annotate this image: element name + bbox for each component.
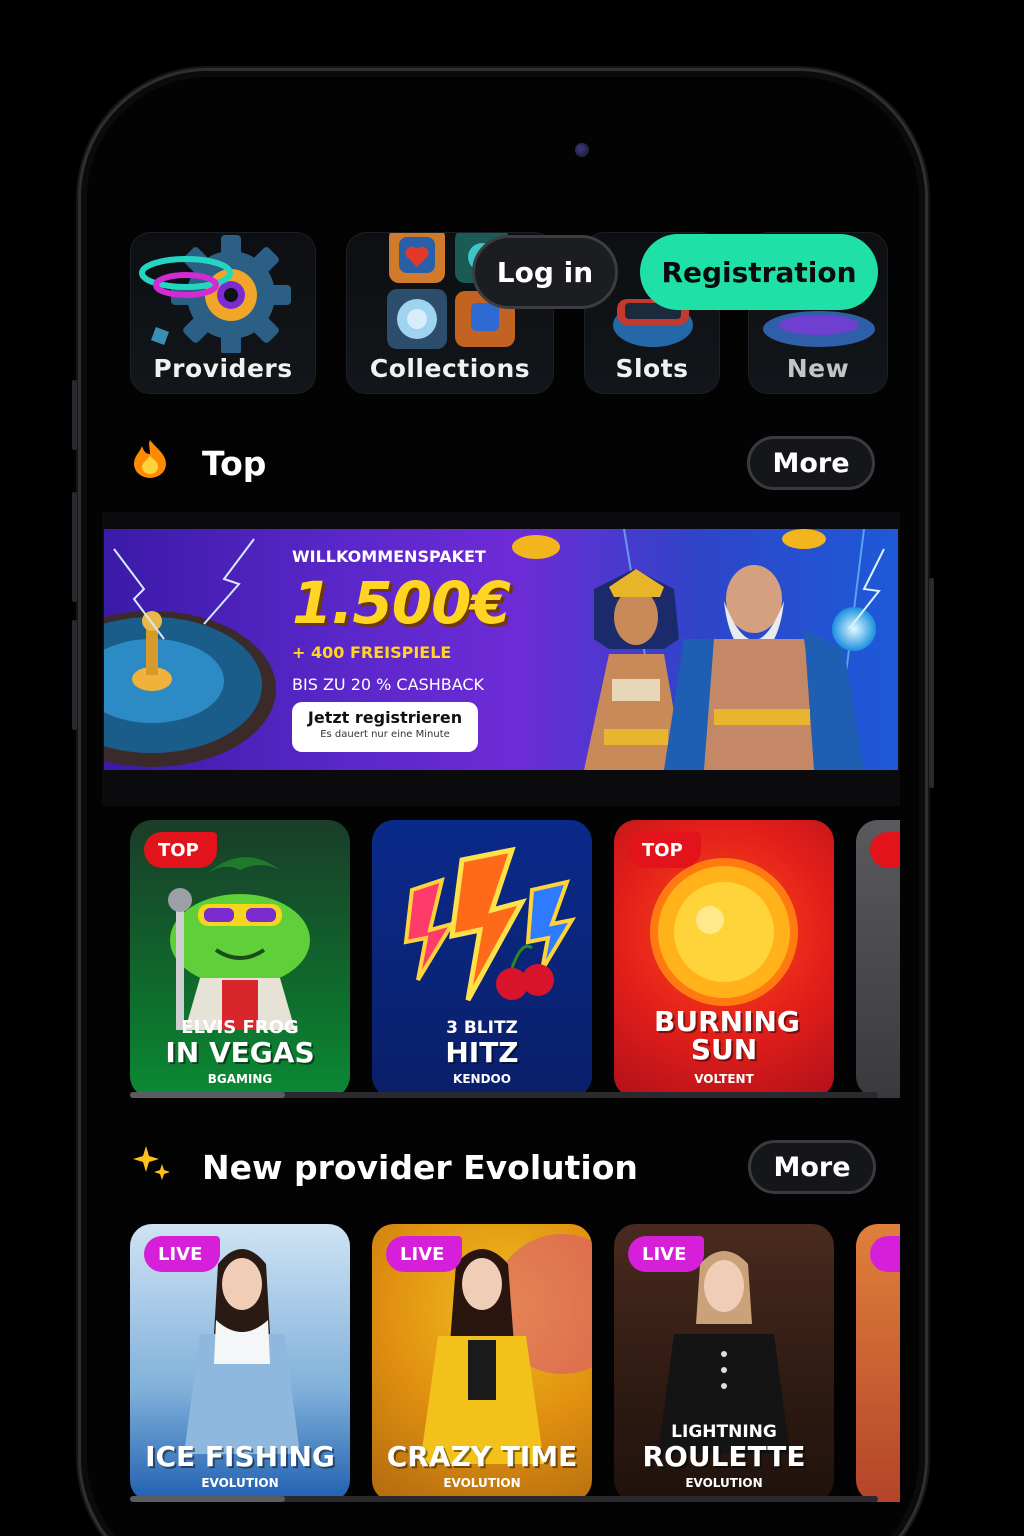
top-badge: TOP — [628, 832, 701, 868]
live-badge: LIVE — [628, 1236, 705, 1272]
game-subtitle: LIGHTNING — [671, 1422, 777, 1442]
game-card-lightning-roulette[interactable]: LIVE LIGHTNING ROULETTE EVOLUTION — [614, 1224, 834, 1502]
game-card-burning-sun[interactable]: TOP BURNING SUN VOLTENT — [614, 820, 834, 1098]
top-games-scrollbar[interactable] — [130, 1092, 878, 1098]
mute-switch — [72, 620, 77, 730]
game-card-partial[interactable] — [856, 820, 900, 1098]
game-title: BURNING SUN — [654, 1005, 800, 1066]
live-badge: LIVE — [144, 1236, 221, 1272]
banner-headline: WILLKOMMENSPAKET — [292, 547, 486, 566]
app-screen: Providers Collections Slots New Log in R… — [100, 200, 900, 1536]
live-games-scrollbar[interactable] — [130, 1496, 878, 1502]
category-label: Collections — [369, 354, 531, 383]
login-button[interactable]: Log in — [472, 235, 618, 309]
game-provider: BGAMING — [207, 1072, 273, 1086]
category-label: New — [786, 354, 850, 383]
category-label: Providers — [153, 354, 293, 383]
game-card-ice-fishing[interactable]: LIVE ICE FISHING EVOLUTION — [130, 1224, 350, 1502]
scrollbar-thumb[interactable] — [130, 1092, 285, 1098]
banner-cta-label: Jetzt registrieren — [307, 708, 463, 727]
promo-banner[interactable]: WILLKOMMENSPAKET 1.500€ + 400 FREISPIELE… — [104, 529, 898, 770]
game-title: HITZ — [445, 1036, 519, 1069]
volume-down-button — [72, 492, 77, 602]
banner-amount: 1.500€ — [292, 569, 511, 637]
live-badge: LIVE — [386, 1236, 463, 1272]
category-label: Slots — [615, 354, 689, 383]
game-subtitle: 3 BLITZ — [446, 1018, 518, 1038]
category-providers[interactable]: Providers — [130, 232, 316, 394]
scrollbar-thumb[interactable] — [130, 1496, 285, 1502]
game-provider: KENDOO — [453, 1072, 511, 1086]
game-card-3-blitz-hitz[interactable]: 3 BLITZ HITZ KENDOO — [372, 820, 592, 1098]
gear-icon — [139, 235, 291, 353]
game-subtitle: ELVIS FROG — [181, 1017, 299, 1038]
evolution-section-title: New provider Evolution — [202, 1148, 638, 1187]
banner-cta-sublabel: Es dauert nur eine Minute — [320, 729, 450, 740]
sparkle-icon — [133, 1146, 170, 1180]
power-button — [929, 578, 934, 788]
game-provider: VOLTENT — [694, 1072, 754, 1086]
banner-register-button[interactable]: Jetzt registrieren Es dauert nur eine Mi… — [292, 702, 478, 752]
game-provider: EVOLUTION — [443, 1476, 521, 1490]
game-card-elvis-frog[interactable]: TOP ELVIS FROG IN VEGAS BGAMING — [130, 820, 350, 1098]
evolution-more-button[interactable]: More — [748, 1140, 876, 1194]
game-card-crazy-time[interactable]: LIVE CRAZY TIME EVOLUTION — [372, 1224, 592, 1502]
fire-icon — [134, 440, 166, 478]
game-provider: EVOLUTION — [201, 1476, 279, 1490]
banner-art — [104, 529, 885, 770]
banner-free-spins: + 400 FREISPIELE — [292, 643, 452, 662]
front-camera — [575, 143, 589, 157]
game-title: ICE FISHING — [145, 1440, 335, 1473]
top-section-title: Top — [202, 444, 267, 483]
game-title: CRAZY TIME — [386, 1440, 578, 1473]
game-title: ROULETTE — [642, 1440, 806, 1473]
registration-button[interactable]: Registration — [640, 234, 878, 310]
volume-up-button — [72, 380, 77, 450]
game-card-partial[interactable] — [856, 1224, 900, 1502]
promo-banner-container: WILLKOMMENSPAKET 1.500€ + 400 FREISPIELE… — [102, 512, 900, 806]
banner-cashback: BIS ZU 20 % CASHBACK — [292, 675, 485, 694]
game-title: IN VEGAS — [165, 1036, 315, 1069]
top-badge: TOP — [144, 832, 217, 868]
game-provider: EVOLUTION — [685, 1476, 763, 1490]
live-badge-partial — [870, 1236, 900, 1272]
top-badge-partial — [870, 832, 900, 868]
top-more-button[interactable]: More — [747, 436, 875, 490]
